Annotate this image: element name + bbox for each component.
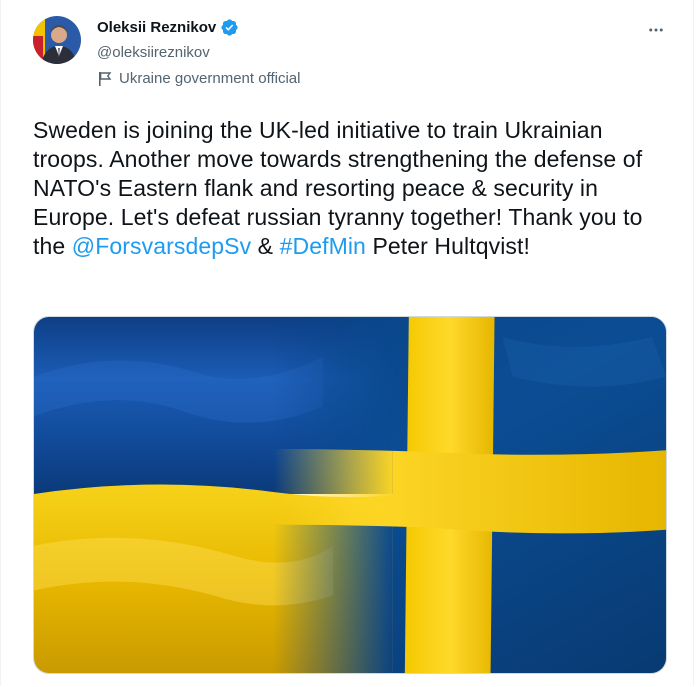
tweet-card: Oleksii Reznikov @oleksiireznikov Ukrain… [0,0,694,686]
author-name-row[interactable]: Oleksii Reznikov [97,18,239,37]
author-display-name[interactable]: Oleksii Reznikov [97,19,216,36]
affiliation-label: Ukraine government official [97,70,300,87]
mention-link[interactable]: @ForsvarsdepSv [72,233,251,259]
tweet-text: Sweden is joining the UK-led initiative … [33,116,673,261]
tweet-text-tail: Peter Hultqvist! [365,233,530,259]
author-handle[interactable]: @oleksiireznikov [97,44,210,61]
avatar[interactable] [33,16,81,64]
hashtag-link[interactable]: #DefMin [280,233,366,259]
verified-badge-icon [221,19,238,36]
more-options-icon [649,28,663,32]
tweet-text-connector: & [251,233,280,259]
flags-image [34,317,666,673]
government-flag-icon [99,71,112,86]
tweet-media-image[interactable] [33,316,667,674]
more-options-button[interactable] [639,18,673,42]
affiliation-label-text: Ukraine government official [119,70,301,87]
